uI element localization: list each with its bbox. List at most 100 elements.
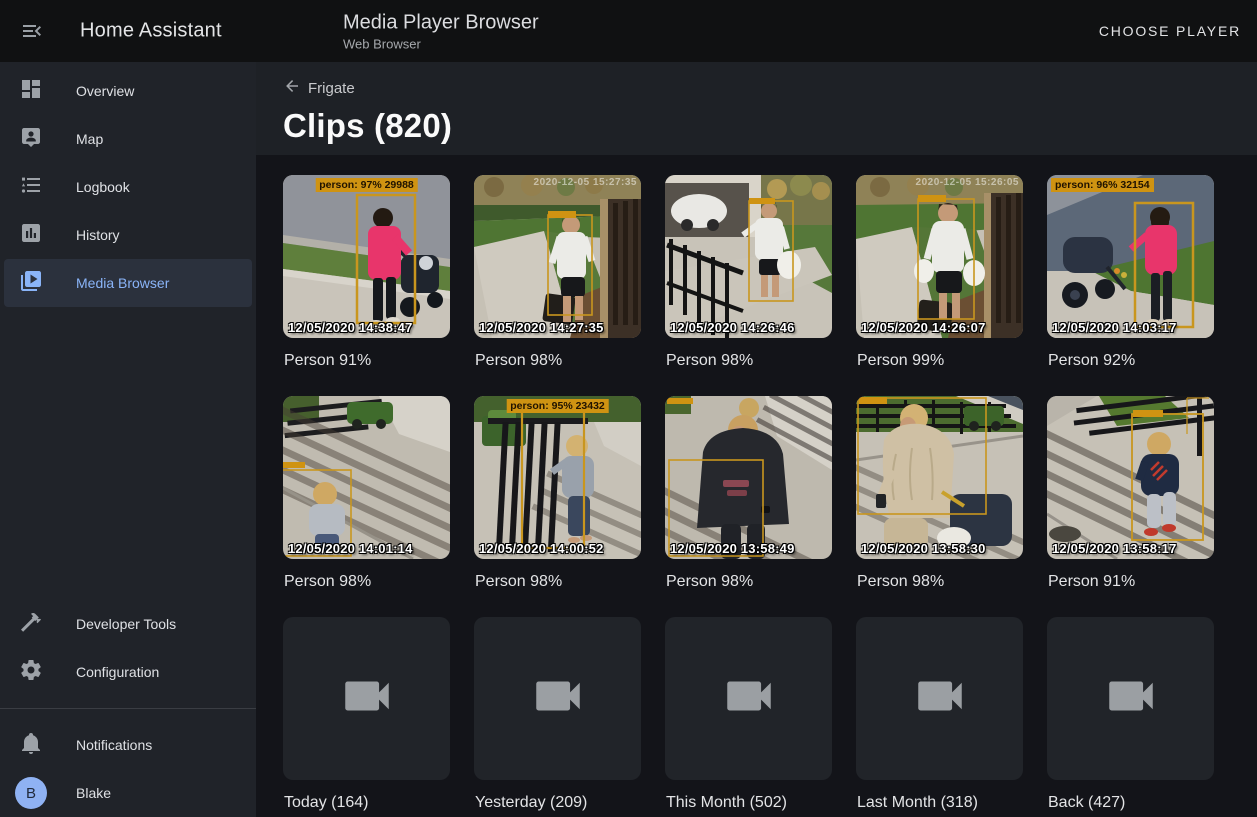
choose-player-button[interactable]: CHOOSE PLAYER xyxy=(1099,23,1241,39)
clip-scene-image xyxy=(283,175,450,338)
cog-icon xyxy=(19,658,43,687)
clip-card[interactable]: 12/05/2020 14:01:14Person 98% xyxy=(283,396,450,617)
clip-thumbnail: 12/05/2020 13:58:49 xyxy=(665,396,832,559)
sidebar-item-configuration[interactable]: Configuration xyxy=(0,648,256,696)
sidebar-item-label: History xyxy=(76,227,120,243)
sidebar-item-label: Logbook xyxy=(76,179,130,195)
clip-scene-image xyxy=(474,175,641,338)
clip-timestamp-overlay: 12/05/2020 14:26:07 xyxy=(861,320,986,335)
clip-card[interactable]: 12/05/2020 14:26:46 Person 98% xyxy=(665,175,832,396)
clip-timestamp-overlay: 12/05/2020 14:03:17 xyxy=(1052,320,1177,335)
folder-caption: Yesterday (209) xyxy=(475,793,641,812)
clip-caption: Person 98% xyxy=(666,351,832,370)
detection-label: person: 95% 23432 xyxy=(506,399,609,413)
clip-caption: Person 98% xyxy=(857,572,1023,591)
clip-timestamp-overlay: 12/05/2020 14:00:52 xyxy=(479,541,604,556)
camera-osd-timestamp: 2020-12-05 15:27:35 xyxy=(534,177,637,188)
clip-scene-image xyxy=(474,396,641,559)
sidebar-item-developer-tools[interactable]: Developer Tools xyxy=(0,600,256,648)
clip-thumbnail: person: 97% 2998812/05/2020 14:38:47 xyxy=(283,175,450,338)
clip-caption: Person 98% xyxy=(666,572,832,591)
sidebar-item-map[interactable]: Map xyxy=(0,115,256,163)
clip-caption: Person 92% xyxy=(1048,351,1214,370)
folder-thumbnail xyxy=(283,617,450,780)
clip-thumbnail: person: 96% 32154 12/05/2020 14:03:17 xyxy=(1047,175,1214,338)
clip-thumbnail: 12/05/2020 14:26:46 xyxy=(665,175,832,338)
camera-osd-timestamp: 2020-12-05 15:26:05 xyxy=(916,177,1019,188)
folder-caption: Back (427) xyxy=(1048,793,1214,812)
video-icon xyxy=(1102,667,1160,730)
clip-thumbnail: 2020-12-05 15:26:05 12/05/2020 14:26:07 xyxy=(856,175,1023,338)
sidebar-item-logbook[interactable]: Logbook xyxy=(0,163,256,211)
clip-caption: Person 99% xyxy=(857,351,1023,370)
sidebar-item-user[interactable]: B Blake xyxy=(0,769,256,817)
folder-thumbnail xyxy=(856,617,1023,780)
clip-scene-image xyxy=(856,175,1023,338)
media-grid-area: person: 97% 2998812/05/2020 14:38:47 Pers… xyxy=(256,155,1257,817)
sidebar-item-media-browser[interactable]: Media Browser xyxy=(4,259,252,307)
user-name: Blake xyxy=(76,785,111,801)
clip-scene-image xyxy=(283,396,450,559)
video-icon xyxy=(720,667,778,730)
list-bulleted-icon xyxy=(19,173,43,202)
folder-card-back-427[interactable]: Back (427) xyxy=(1047,617,1214,817)
clip-card[interactable]: 12/05/2020 13:58:30 Person 98% xyxy=(856,396,1023,617)
clip-card[interactable]: 2020-12-05 15:27:3512/05/2020 14:27:35 Pe… xyxy=(474,175,641,396)
clip-timestamp-overlay: 12/05/2020 14:38:47 xyxy=(288,320,413,335)
panel-title: Media Player Browser xyxy=(343,11,539,35)
clip-card[interactable]: 2020-12-05 15:26:05 12/05/2020 14:26:07 Pe… xyxy=(856,175,1023,396)
clip-scene-image xyxy=(665,175,832,338)
clip-caption: Person 91% xyxy=(1048,572,1214,591)
folder-card-yesterday-209[interactable]: Yesterday (209) xyxy=(474,617,641,817)
clip-scene-image xyxy=(665,396,832,559)
clip-card[interactable]: person: 96% 32154 12/05/2020 14:03:17 Pers… xyxy=(1047,175,1214,396)
video-icon xyxy=(911,667,969,730)
clip-thumbnail: 2020-12-05 15:27:3512/05/2020 14:27:35 xyxy=(474,175,641,338)
clip-card[interactable]: 12/05/2020 13:58:49 Person 98% xyxy=(665,396,832,617)
breadcrumb-back-link[interactable]: Frigate xyxy=(283,77,355,99)
clip-card[interactable]: 12/05/2020 13:58:17 Person 91% xyxy=(1047,396,1214,617)
clip-thumbnail: 12/05/2020 13:58:30 xyxy=(856,396,1023,559)
content-header: Frigate Clips (820) xyxy=(256,62,1257,155)
panel-subtitle: Web Browser xyxy=(343,37,539,52)
account-location-icon xyxy=(19,125,43,154)
sidebar: OverviewMap Logbook History Media Browser D… xyxy=(0,62,256,817)
hammer-icon xyxy=(19,610,43,639)
clip-caption: Person 91% xyxy=(284,351,450,370)
clip-card[interactable]: person: 95% 2343212/05/2020 14:00:52Pers… xyxy=(474,396,641,617)
page-title: Clips (820) xyxy=(283,107,1257,145)
clip-scene-image xyxy=(1047,175,1214,338)
clip-timestamp-overlay: 12/05/2020 13:58:30 xyxy=(861,541,986,556)
arrow-left-icon xyxy=(283,77,301,99)
bell-icon xyxy=(19,731,43,760)
sidebar-item-overview[interactable]: Overview xyxy=(0,67,256,115)
clip-caption: Person 98% xyxy=(284,572,450,591)
sidebar-item-history[interactable]: History xyxy=(0,211,256,259)
folder-card-last-month-318[interactable]: Last Month (318) xyxy=(856,617,1023,817)
main-panel: Frigate Clips (820) person: 97% 2998812/… xyxy=(256,62,1257,817)
folder-card-today-164[interactable]: Today (164) xyxy=(283,617,450,817)
clip-thumbnail: person: 95% 23432 12/05/2020 14:00:52 xyxy=(474,396,641,559)
detection-label: person: 96% 32154 xyxy=(1051,178,1154,192)
menu-open-icon xyxy=(20,31,44,46)
folder-thumbnail xyxy=(1047,617,1214,780)
folder-thumbnail xyxy=(665,617,832,780)
folder-caption: Last Month (318) xyxy=(857,793,1023,812)
panel-header: Media Player Browser Web Browser xyxy=(343,11,539,52)
sidebar-item-label: Media Browser xyxy=(76,275,169,291)
video-icon xyxy=(529,667,587,730)
sidebar-toggle-button[interactable] xyxy=(20,19,44,43)
folder-thumbnail xyxy=(474,617,641,780)
home-assistant-app: Home Assistant Media Player Browser Web … xyxy=(0,0,1257,817)
app-bar: Home Assistant Media Player Browser Web … xyxy=(0,0,1257,62)
sidebar-bottom: Developer Tools Configuration Notificatio… xyxy=(0,600,256,817)
sidebar-item-label: Configuration xyxy=(76,664,159,680)
clip-thumbnail: 12/05/2020 13:58:17 xyxy=(1047,396,1214,559)
sidebar-item-notifications[interactable]: Notifications xyxy=(0,721,256,769)
folder-caption: Today (164) xyxy=(284,793,450,812)
chart-box-icon xyxy=(19,221,43,250)
clip-caption: Person 98% xyxy=(475,351,641,370)
clip-scene-image xyxy=(856,396,1023,559)
clip-card[interactable]: person: 97% 2998812/05/2020 14:38:47 Pers… xyxy=(283,175,450,396)
folder-card-this-month-502[interactable]: This Month (502) xyxy=(665,617,832,817)
